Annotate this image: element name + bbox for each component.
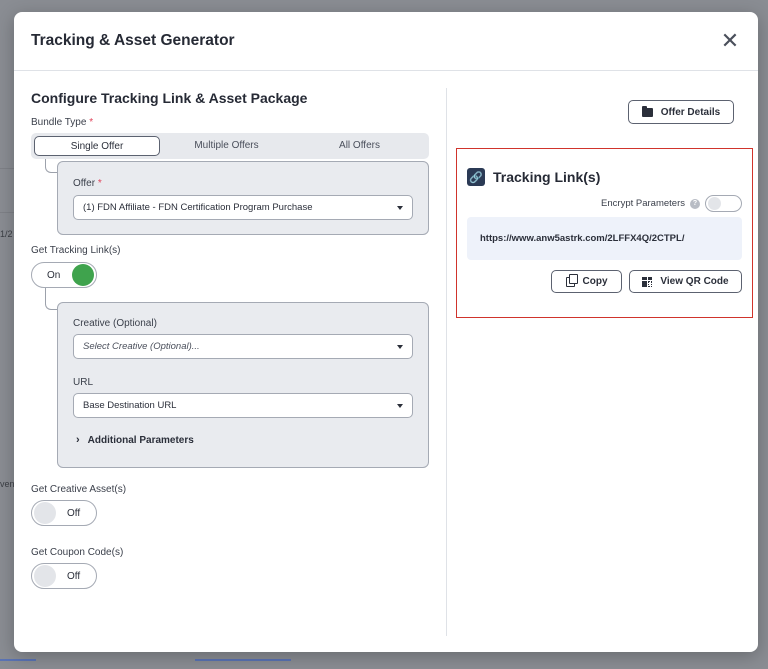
modal-title: Tracking & Asset Generator: [31, 32, 235, 49]
url-label: URL: [73, 377, 94, 388]
backdrop-text: 1/2: [0, 229, 13, 239]
offer-details-label: Offer Details: [660, 106, 721, 118]
view-qr-code-label: View QR Code: [660, 276, 729, 287]
link-icon: 🔗: [467, 168, 485, 186]
offer-branch: Offer * (1) FDN Affiliate - FDN Certific…: [31, 159, 429, 243]
url-select-value: Base Destination URL: [83, 400, 177, 411]
tracking-asset-modal: Tracking & Asset Generator ✕ Configure T…: [14, 12, 758, 652]
creative-asset-toggle[interactable]: Off: [31, 500, 97, 526]
column-divider: [446, 88, 447, 636]
tree-connector: [45, 288, 57, 310]
creative-toggle-text: Off: [67, 507, 81, 519]
view-qr-code-button[interactable]: View QR Code: [629, 270, 742, 293]
chevron-right-icon: ›: [76, 434, 80, 446]
tracking-toggle[interactable]: On: [31, 262, 97, 288]
coupon-toggle-text: Off: [67, 570, 81, 582]
required-mark: *: [89, 117, 94, 128]
coupon-code-toggle[interactable]: Off: [31, 563, 97, 589]
get-coupon-label: Get Coupon Code(s): [31, 547, 124, 558]
bundle-type-selector: Single Offer Multiple Offers All Offers: [31, 133, 429, 159]
qr-code-icon: [642, 276, 653, 287]
backdrop-line: [0, 212, 14, 213]
copy-icon: [565, 273, 578, 287]
bundle-option-multiple[interactable]: Multiple Offers: [160, 136, 293, 156]
tracking-actions: Copy View QR Code: [467, 270, 742, 293]
tracking-branch: Creative (Optional) Select Creative (Opt…: [31, 288, 429, 486]
required-mark: *: [97, 178, 102, 189]
tracking-options-panel: Creative (Optional) Select Creative (Opt…: [57, 302, 429, 468]
url-select[interactable]: Base Destination URL: [73, 393, 413, 418]
offer-panel: Offer * (1) FDN Affiliate - FDN Certific…: [57, 161, 429, 235]
configure-title: Configure Tracking Link & Asset Package: [31, 90, 308, 106]
offer-details-button[interactable]: Offer Details: [628, 100, 734, 124]
tracking-toggle-text: On: [47, 269, 61, 281]
toggle-knob: [34, 502, 56, 524]
tracking-links-box: 🔗 Tracking Link(s) Encrypt Parameters ? …: [456, 148, 753, 318]
help-icon[interactable]: ?: [690, 198, 700, 209]
encrypt-parameters-toggle[interactable]: [705, 195, 742, 212]
backdrop-accent: [195, 659, 291, 661]
caret-down-icon: [397, 403, 403, 408]
folder-icon: [641, 105, 653, 117]
bundle-option-single[interactable]: Single Offer: [34, 136, 160, 156]
close-icon[interactable]: ✕: [720, 30, 740, 52]
backdrop-accent: [0, 659, 36, 661]
tree-connector: [45, 159, 57, 173]
bundle-type-label: Bundle Type *: [31, 117, 94, 128]
caret-down-icon: [397, 205, 403, 210]
backdrop-text: ven: [0, 479, 15, 489]
copy-label: Copy: [582, 276, 608, 287]
offer-label: Offer *: [73, 178, 102, 189]
toggle-knob: [34, 565, 56, 587]
get-tracking-label: Get Tracking Link(s): [31, 245, 121, 256]
backdrop-line: [0, 168, 14, 169]
configure-section: Configure Tracking Link & Asset Package …: [31, 90, 429, 589]
tracking-links-title: Tracking Link(s): [493, 169, 601, 185]
caret-down-icon: [397, 344, 403, 349]
encrypt-parameters-row: Encrypt Parameters ?: [467, 195, 742, 212]
copy-button[interactable]: Copy: [551, 270, 622, 293]
tracking-links-header: 🔗 Tracking Link(s): [467, 168, 742, 186]
toggle-knob: [708, 197, 721, 210]
additional-parameters-toggle[interactable]: › Additional Parameters: [76, 434, 413, 446]
tracking-url-text: https://www.anw5astrk.com/2LFFX4Q/2CTPL/: [480, 233, 685, 244]
encrypt-parameters-label: Encrypt Parameters: [601, 198, 685, 209]
additional-parameters-label: Additional Parameters: [87, 434, 194, 446]
creative-select[interactable]: Select Creative (Optional)...: [73, 334, 413, 359]
offer-select[interactable]: (1) FDN Affiliate - FDN Certification Pr…: [73, 195, 413, 220]
modal-header: Tracking & Asset Generator ✕: [14, 12, 758, 71]
offer-select-value: (1) FDN Affiliate - FDN Certification Pr…: [83, 202, 313, 213]
creative-select-placeholder: Select Creative (Optional)...: [83, 341, 200, 352]
creative-label: Creative (Optional): [73, 318, 157, 329]
tracking-url-display[interactable]: https://www.anw5astrk.com/2LFFX4Q/2CTPL/: [467, 217, 742, 260]
bundle-option-all[interactable]: All Offers: [293, 136, 426, 156]
toggle-knob: [72, 264, 94, 286]
